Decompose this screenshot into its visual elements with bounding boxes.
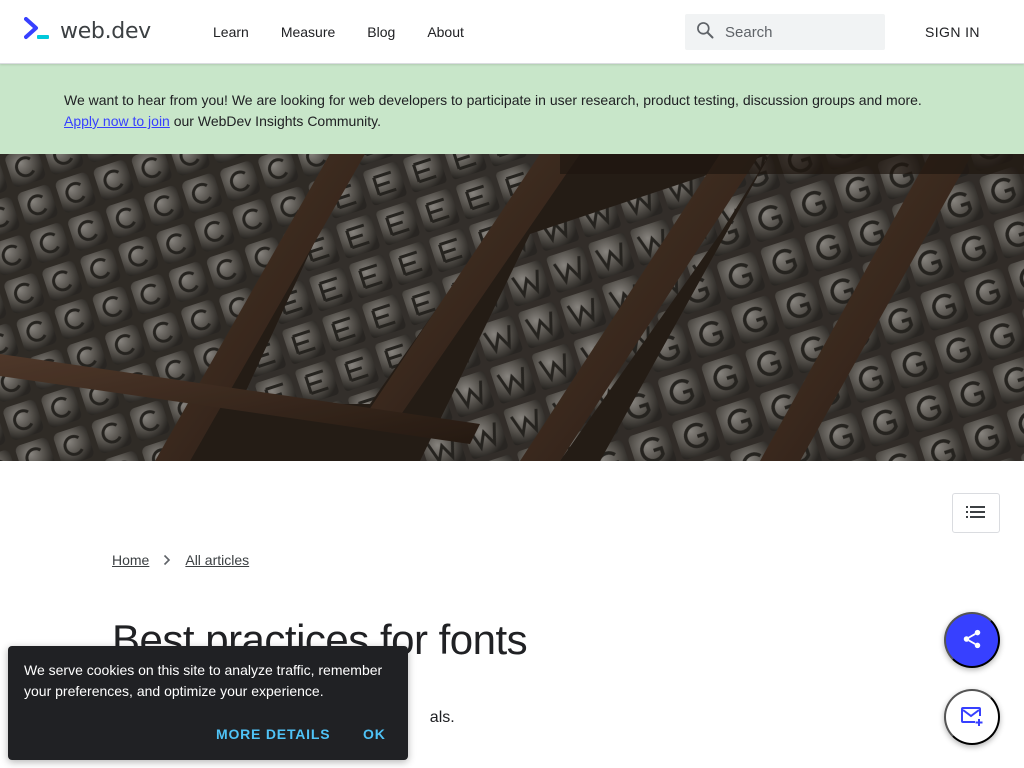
site-logo[interactable]: web.dev: [24, 17, 151, 46]
nav-about[interactable]: About: [427, 24, 464, 40]
nav-learn[interactable]: Learn: [213, 24, 249, 40]
subscribe-button[interactable]: [944, 689, 1000, 745]
breadcrumb: Home All articles: [112, 552, 249, 568]
signin-button[interactable]: SIGN IN: [925, 24, 980, 40]
share-button[interactable]: [944, 612, 1000, 668]
web-dev-logo-icon: [24, 17, 52, 46]
banner-text-outro: our WebDev Insights Community.: [169, 113, 381, 129]
breadcrumb-home[interactable]: Home: [112, 552, 149, 568]
research-banner: We want to hear from you! We are looking…: [0, 64, 1024, 154]
cookie-ok-button[interactable]: OK: [363, 726, 386, 742]
site-header: web.dev Learn Measure Blog About SIGN IN: [0, 0, 1024, 64]
search-input[interactable]: [725, 23, 875, 41]
cookie-banner: We serve cookies on this site to analyze…: [8, 646, 408, 760]
search-icon: [685, 20, 715, 45]
toc-list-icon: [966, 505, 986, 522]
mail-add-icon: [960, 705, 984, 730]
hero-image: [0, 154, 1024, 461]
apply-link[interactable]: Apply now to join: [64, 113, 170, 129]
chevron-right-icon: [163, 554, 171, 566]
breadcrumb-all-articles[interactable]: All articles: [185, 552, 249, 568]
banner-text-intro: We want to hear from you! We are looking…: [64, 92, 922, 108]
search-box[interactable]: [685, 14, 885, 50]
logo-text: web.dev: [60, 19, 151, 44]
article-subtitle-visible-text: als.: [429, 709, 455, 726]
main-nav: Learn Measure Blog About: [213, 0, 496, 64]
cookie-text: We serve cookies on this site to analyze…: [24, 662, 383, 699]
banner-text: We want to hear from you! We are looking…: [64, 90, 964, 132]
nav-measure[interactable]: Measure: [281, 24, 335, 40]
cookie-more-details-button[interactable]: MORE DETAILS: [216, 726, 330, 742]
share-icon: [961, 628, 983, 653]
nav-blog[interactable]: Blog: [367, 24, 395, 40]
toc-button[interactable]: [952, 493, 1000, 533]
